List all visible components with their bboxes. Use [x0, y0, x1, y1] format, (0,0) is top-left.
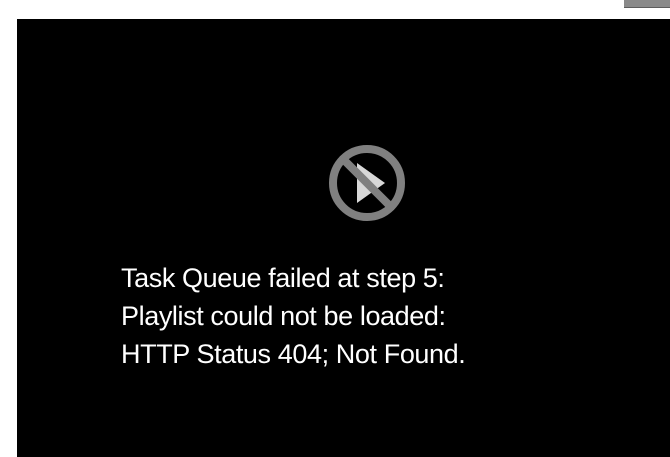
- screenshot-page: Task Queue failed at step 5: Playlist co…: [0, 0, 670, 457]
- top-right-control[interactable]: [624, 0, 670, 8]
- error-line-task-queue: Task Queue failed at step 5:: [121, 263, 445, 293]
- player-error-message: Task Queue failed at step 5: Playlist co…: [121, 259, 641, 373]
- unavailable-play-icon: [323, 139, 411, 227]
- error-line-http-status: HTTP Status 404; Not Found.: [121, 339, 466, 369]
- media-player[interactable]: Task Queue failed at step 5: Playlist co…: [17, 19, 670, 457]
- error-line-playlist: Playlist could not be loaded:: [121, 301, 446, 331]
